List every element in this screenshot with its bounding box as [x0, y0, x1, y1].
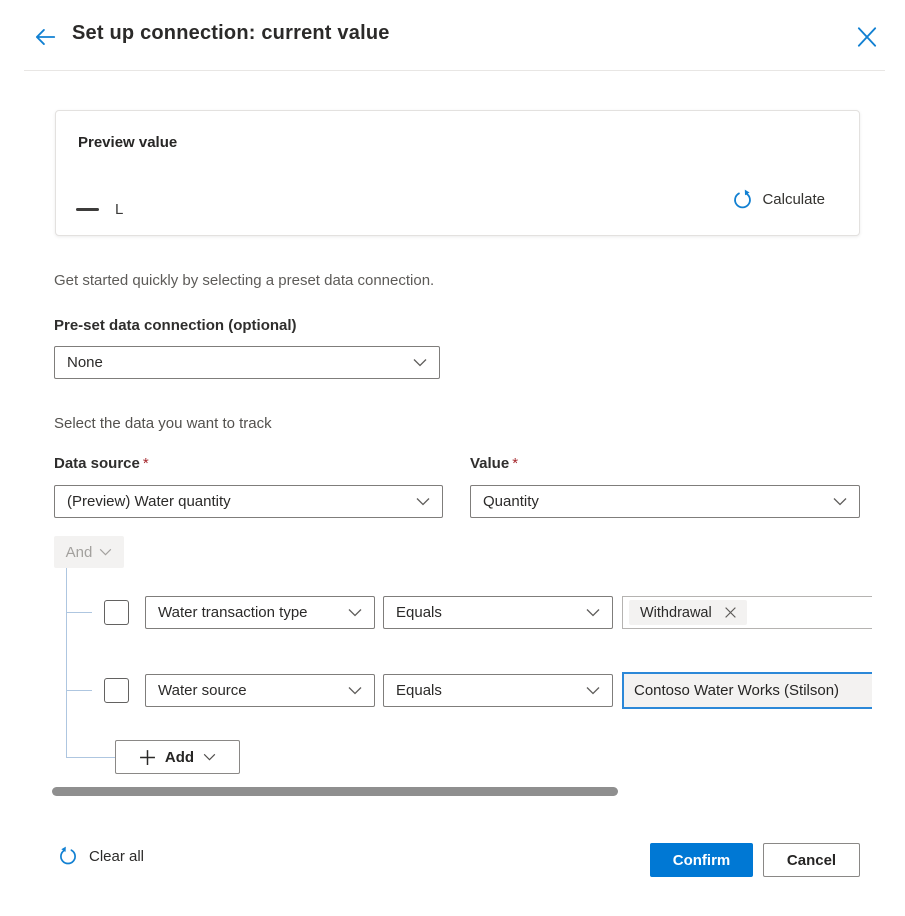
chevron-down-icon — [416, 497, 430, 506]
setup-connection-dialog: Set up connection: current value Preview… — [0, 0, 905, 916]
refresh-icon — [732, 189, 753, 210]
tree-connector-line — [66, 568, 67, 758]
legend-line-swatch — [76, 208, 99, 211]
filter-operator-dropdown[interactable]: Equals — [383, 596, 613, 629]
filter-operator-value: Equals — [396, 604, 442, 621]
value-label: Value* — [470, 455, 518, 472]
add-condition-button[interactable]: Add — [115, 740, 240, 774]
tag-dismiss-icon[interactable] — [724, 606, 737, 619]
arrow-left-icon — [32, 24, 58, 50]
filter-value-text: Contoso Water Works (Stilson) — [634, 682, 839, 699]
value-dropdown[interactable]: Quantity — [470, 485, 860, 518]
chevron-down-icon — [413, 358, 427, 367]
header-divider — [24, 70, 885, 71]
close-icon — [853, 23, 881, 51]
horizontal-scrollbar-thumb[interactable] — [52, 787, 618, 796]
chevron-down-icon — [203, 753, 216, 761]
filter-field-value: Water transaction type — [158, 604, 308, 621]
data-source-value: (Preview) Water quantity — [67, 493, 231, 510]
filter-operator-dropdown[interactable]: Equals — [383, 674, 613, 707]
tree-connector-line — [66, 612, 92, 613]
back-button[interactable] — [32, 24, 58, 50]
cancel-button[interactable]: Cancel — [763, 843, 860, 877]
chevron-down-icon — [348, 686, 362, 695]
clear-all-button[interactable]: Clear all — [58, 846, 144, 866]
data-source-label: Data source* — [54, 455, 149, 472]
value-tag-label: Withdrawal — [640, 605, 712, 621]
filter-field-dropdown[interactable]: Water source — [145, 674, 375, 707]
chart-legend: L — [76, 201, 123, 218]
required-mark: * — [143, 455, 149, 472]
preset-connection-label: Pre-set data connection (optional) — [54, 317, 297, 334]
filter-operator-value: Equals — [396, 682, 442, 699]
preset-connection-value: None — [67, 354, 103, 371]
preset-connection-dropdown[interactable]: None — [54, 346, 440, 379]
tree-connector-line — [66, 690, 92, 691]
preview-value-card: Preview value L Calculate — [55, 110, 860, 236]
chevron-down-icon — [833, 497, 847, 506]
data-source-dropdown[interactable]: (Preview) Water quantity — [54, 485, 443, 518]
legend-label: L — [115, 201, 123, 218]
filter-row-checkbox[interactable] — [104, 678, 129, 703]
tree-connector-line — [66, 757, 115, 758]
add-button-label: Add — [165, 749, 194, 766]
value-tag: Withdrawal — [629, 600, 747, 625]
calculate-label: Calculate — [762, 191, 825, 208]
page-title: Set up connection: current value — [72, 22, 390, 45]
preset-intro-text: Get started quickly by selecting a prese… — [54, 272, 434, 289]
filter-field-value: Water source — [158, 682, 247, 699]
confirm-button[interactable]: Confirm — [650, 843, 753, 877]
chevron-down-icon — [586, 686, 600, 695]
chevron-down-icon — [348, 608, 362, 617]
group-operator-dropdown[interactable]: And — [54, 536, 124, 568]
value-value: Quantity — [483, 493, 539, 510]
required-mark: * — [512, 455, 518, 472]
filter-value-field-focused[interactable]: Contoso Water Works (Stilson) — [622, 672, 872, 709]
plus-icon — [139, 749, 156, 766]
calculate-button[interactable]: Calculate — [732, 189, 825, 210]
tracking-intro-text: Select the data you want to track — [54, 415, 272, 432]
undo-icon — [58, 846, 78, 866]
filter-row-checkbox[interactable] — [104, 600, 129, 625]
group-operator-value: And — [66, 544, 93, 561]
close-button[interactable] — [853, 23, 881, 51]
clear-all-label: Clear all — [89, 848, 144, 865]
filter-value-field[interactable]: Withdrawal — [622, 596, 872, 629]
chevron-down-icon — [99, 548, 112, 556]
preview-value-title: Preview value — [78, 134, 177, 151]
filter-field-dropdown[interactable]: Water transaction type — [145, 596, 375, 629]
chevron-down-icon — [586, 608, 600, 617]
